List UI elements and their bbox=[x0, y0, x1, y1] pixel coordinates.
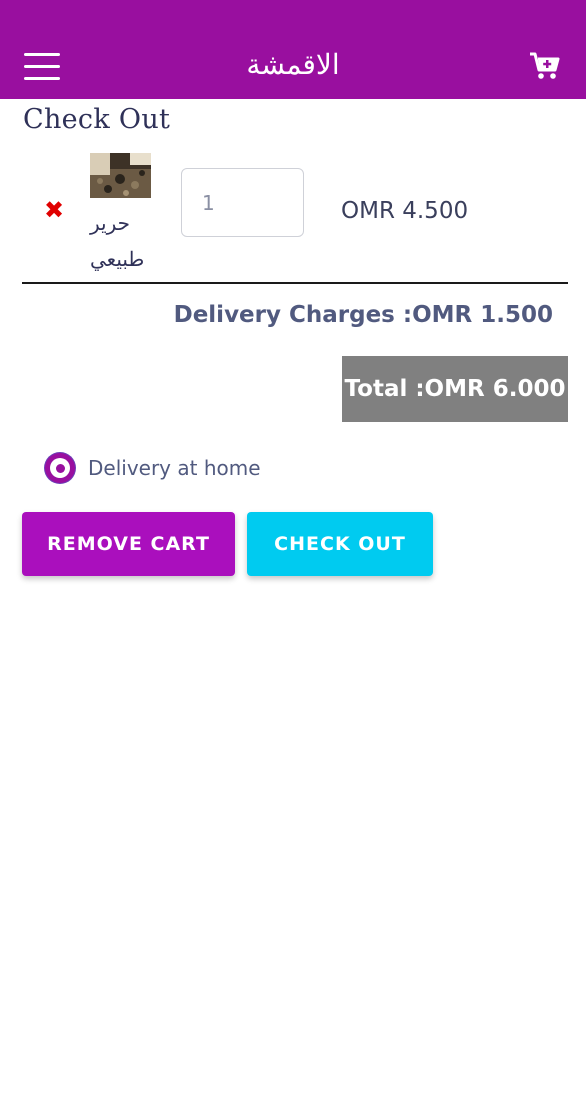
page-title: Check Out bbox=[23, 104, 171, 135]
check-out-button[interactable]: CHECK OUT bbox=[247, 512, 433, 576]
cart-plus-icon[interactable] bbox=[528, 51, 562, 81]
total-amount: Total :OMR 6.000 bbox=[342, 356, 568, 422]
radio-button[interactable] bbox=[45, 453, 75, 483]
product-thumbnail bbox=[90, 153, 151, 198]
item-price: OMR 4.500 bbox=[341, 198, 469, 224]
product-name-line2: طبيعي bbox=[90, 247, 145, 271]
remove-item-icon[interactable]: ✖ bbox=[42, 196, 66, 224]
quantity-input[interactable] bbox=[181, 168, 304, 237]
app-header: الاقمشة bbox=[0, 0, 586, 99]
delivery-option-label: Delivery at home bbox=[88, 456, 261, 480]
delivery-at-home-option[interactable]: Delivery at home bbox=[45, 452, 261, 484]
remove-cart-button[interactable]: REMOVE CART bbox=[22, 512, 235, 576]
app-title: الاقمشة bbox=[246, 48, 340, 81]
delivery-charges: Delivery Charges :OMR 1.500 bbox=[173, 302, 553, 328]
product-name: حرير طبيعي bbox=[90, 205, 154, 277]
divider bbox=[22, 282, 568, 284]
product-name-line1: حرير bbox=[90, 211, 130, 235]
